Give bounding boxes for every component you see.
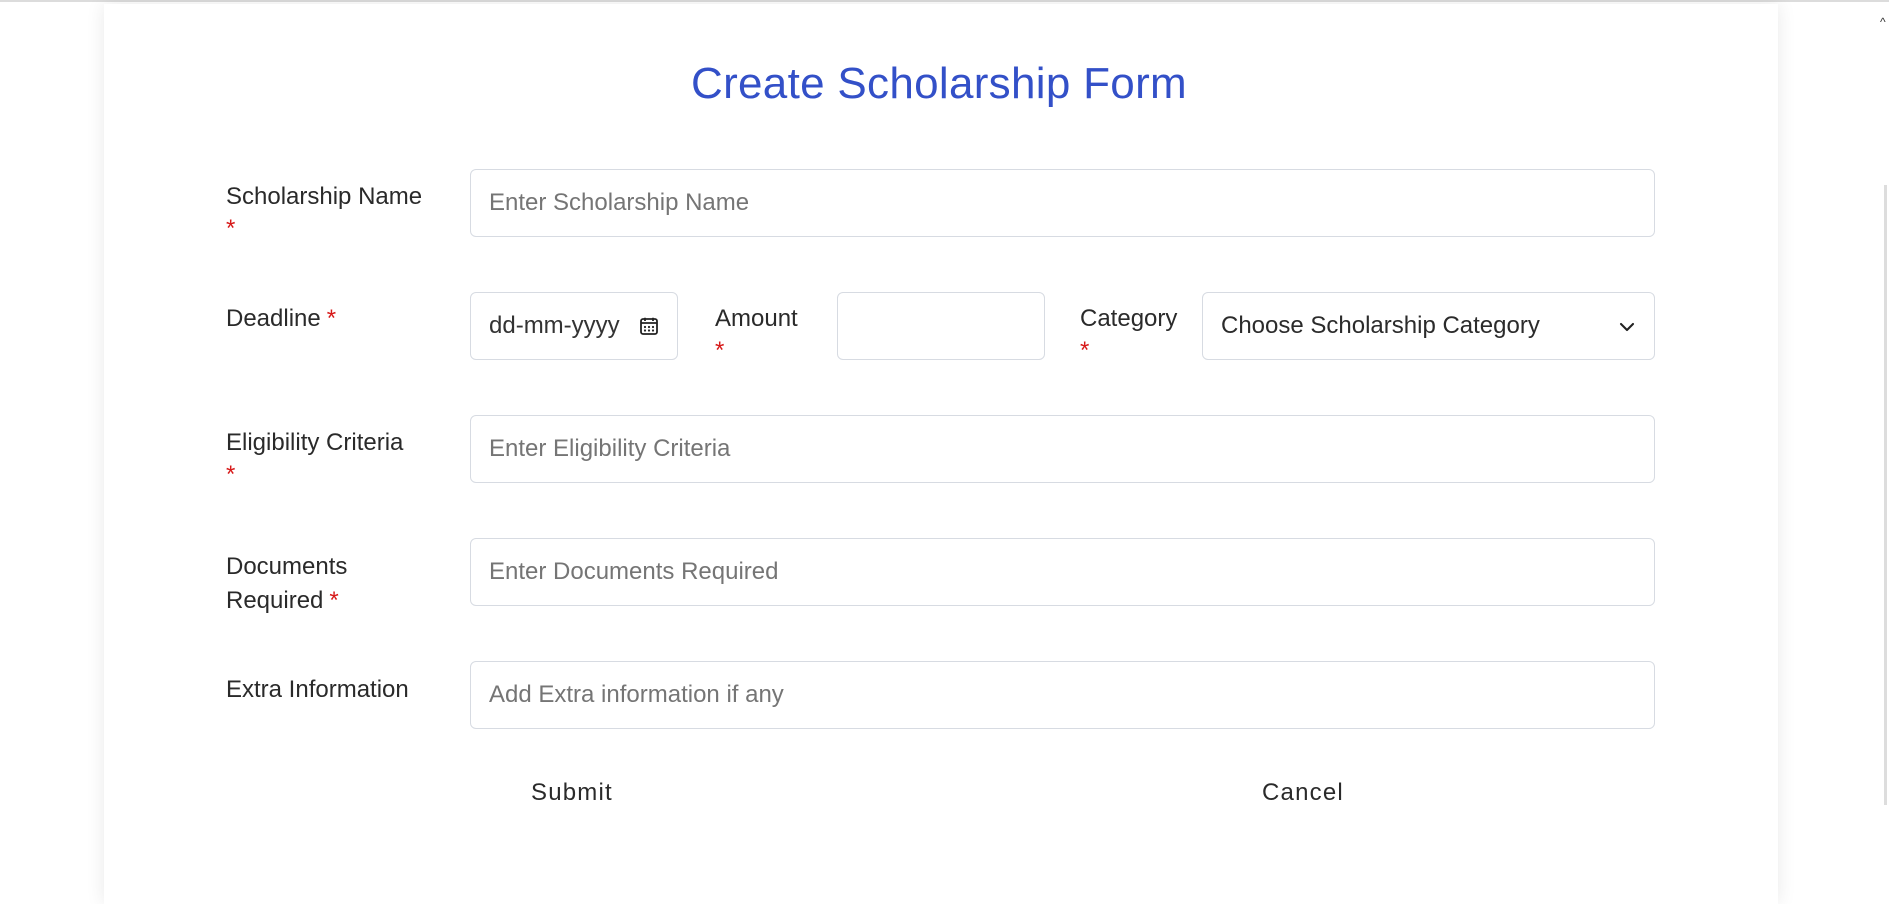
page-title: Create Scholarship Form [691,59,1187,109]
calendar-icon[interactable] [639,316,659,336]
documents-label-line2: Required [226,587,324,614]
extra-information-label-text: Extra Information [226,676,409,703]
amount-input[interactable] [837,292,1045,360]
deadline-date-placeholder: dd-mm-yyyy [489,312,620,339]
required-marker: * [226,215,236,242]
submit-button[interactable]: Submit [531,779,613,807]
required-marker: * [326,305,337,332]
amount-label: Amount * [715,302,798,366]
scholarship-name-label: Scholarship Name * [226,180,422,244]
documents-label-line1: Documents [226,553,348,580]
required-marker: * [226,461,236,488]
extra-information-input[interactable] [470,661,1655,729]
eligibility-label-text: Eligibility Criteria [226,429,404,456]
eligibility-label: Eligibility Criteria * [226,426,403,490]
amount-label-text: Amount [715,305,798,332]
category-label-text: Category [1080,305,1178,332]
deadline-label-text: Deadline [226,305,321,332]
cancel-button[interactable]: Cancel [1262,779,1344,807]
documents-required-input[interactable] [470,538,1655,606]
chevron-down-icon[interactable] [1618,318,1636,336]
scholarship-name-input[interactable] [470,169,1655,237]
eligibility-criteria-input[interactable] [470,415,1655,483]
category-selected-value: Choose Scholarship Category [1221,312,1540,339]
category-select[interactable]: Choose Scholarship Category [1202,292,1655,360]
window-top-border [0,0,1889,2]
extra-information-label: Extra Information [226,673,409,707]
deadline-label: Deadline * [226,302,336,336]
deadline-date-input[interactable]: dd-mm-yyyy [470,292,678,360]
required-marker: * [1080,337,1090,364]
scrollbar-up-arrow[interactable]: ^ [1880,16,1886,28]
scrollbar-track[interactable] [1884,185,1887,805]
scholarship-name-label-text: Scholarship Name [226,183,423,210]
required-marker: * [715,337,725,364]
documents-required-label: Documents Required * [226,550,347,618]
scholarship-form-card: Create Scholarship Form Scholarship Name… [104,4,1778,904]
required-marker: * [329,587,339,614]
category-label: Category * [1080,302,1177,366]
